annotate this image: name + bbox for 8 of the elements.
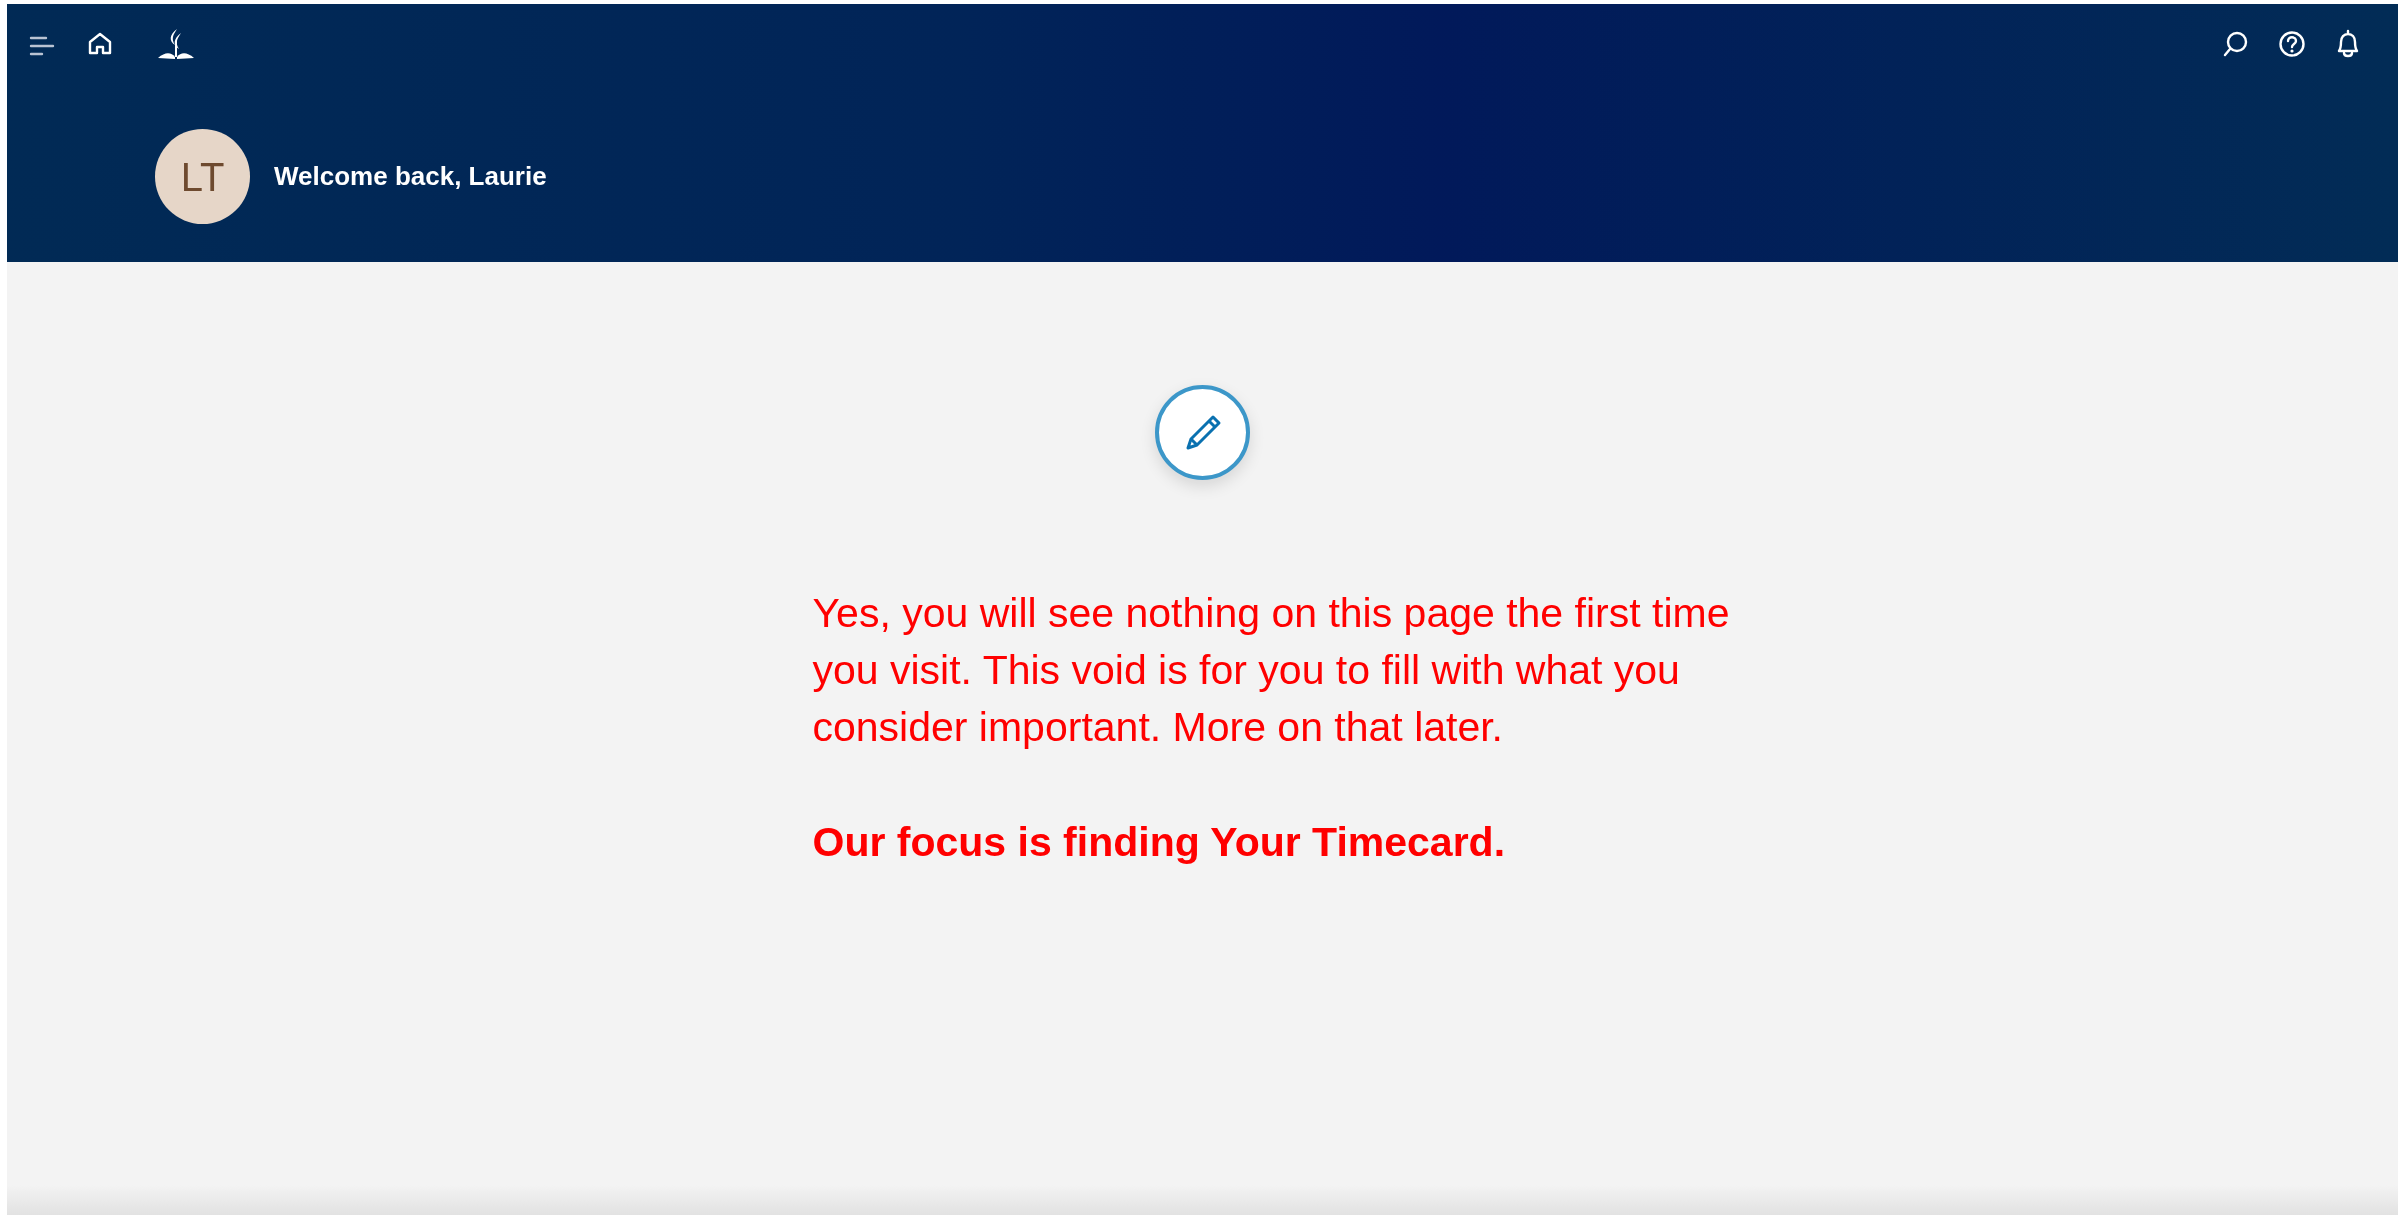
intro-paragraph: Yes, you will see nothing on this page the first time you visit. This void is for you to fill with what you consider important. More on that later. xyxy=(812,589,1731,752)
user-avatar: LT xyxy=(155,129,250,224)
home-icon[interactable] xyxy=(87,31,113,57)
welcome-message: Welcome back, Laurie xyxy=(274,160,547,193)
help-icon[interactable] xyxy=(2278,30,2306,58)
search-icon[interactable] xyxy=(2222,30,2250,58)
focus-statement: Our focus is finding Your Timecard. xyxy=(812,818,1507,867)
logo-icon[interactable] xyxy=(157,27,195,61)
